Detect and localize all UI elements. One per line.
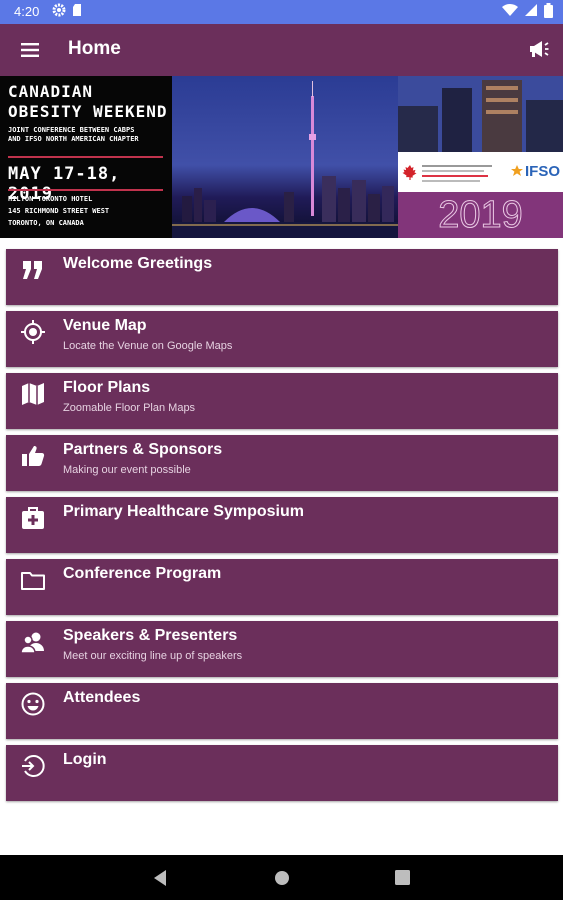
toronto-skyline-image [172,76,398,238]
menu-item-floor-plans[interactable]: Floor Plans Zoomable Floor Plan Maps [6,373,558,429]
menu-item-login[interactable]: Login [6,745,558,801]
map-icon [22,383,44,405]
maple-leaf-icon [402,165,417,180]
thumbs-up-icon [22,446,45,466]
page-title: Home [68,38,121,59]
recents-icon[interactable] [395,870,410,885]
menu-item-title: Attendees [63,689,141,706]
hotel-photo-image [398,76,563,152]
menu-item-subtitle: Locate the Venue on Google Maps [63,340,233,352]
quote-icon [23,261,42,279]
banner-divider [8,156,163,158]
menu-item-title: Floor Plans [63,379,151,396]
status-time: 4:20 [14,4,40,19]
menu-item-primary-healthcare-symposium[interactable]: Primary Healthcare Symposium [6,497,558,553]
system-nav-bar [0,855,563,900]
back-icon[interactable] [152,869,168,887]
sponsor-logos: IFSO [398,152,563,192]
battery-icon [544,3,553,18]
folder-icon [21,572,45,590]
banner-subtitle: JOINT CONFERENCE BETWEEN CABPS AND IFSO … [8,126,139,143]
menu-item-subtitle: Meet our exciting line up of speakers [63,650,243,662]
main-menu: Welcome Greetings Venue Map Locate the V… [6,249,558,807]
ifso-logo: IFSO [525,163,561,180]
menu-item-title: Welcome Greetings [63,255,213,272]
menu-item-subtitle: Zoomable Floor Plan Maps [63,402,196,414]
smiley-icon [21,692,45,716]
event-banner: CANADIAN OBESITY WEEKEND JOINT CONFERENC… [0,76,563,238]
banner-year: 2019 [398,192,563,238]
menu-item-title: Venue Map [63,317,147,334]
menu-item-attendees[interactable]: Attendees [6,683,558,739]
ifso-logo-icon [511,165,523,176]
menu-item-welcome-greetings[interactable]: Welcome Greetings [6,249,558,305]
wifi-icon [502,3,518,16]
banner-divider [8,189,163,191]
people-icon [20,632,44,654]
settings-icon [52,3,66,17]
banner-text-panel: CANADIAN OBESITY WEEKEND JOINT CONFERENC… [0,76,172,238]
menu-item-title: Partners & Sponsors [63,441,223,458]
location-target-icon [21,320,45,344]
cabps-logo-text [422,162,496,184]
app-bar: Home [0,24,563,76]
medical-kit-icon [22,507,44,529]
menu-item-title: Speakers & Presenters [63,627,238,644]
menu-item-venue-map[interactable]: Venue Map Locate the Venue on Google Map… [6,311,558,367]
menu-item-speakers-presenters[interactable]: Speakers & Presenters Meet our exciting … [6,621,558,677]
status-bar: 4:20 [0,0,563,24]
hamburger-menu-icon[interactable] [20,40,40,60]
banner-title: CANADIAN OBESITY WEEKEND [8,82,168,121]
menu-item-title: Primary Healthcare Symposium [63,503,304,520]
menu-item-title: Conference Program [63,565,222,582]
menu-item-partners-sponsors[interactable]: Partners & Sponsors Making our event pos… [6,435,558,491]
signal-icon [525,4,537,16]
login-icon [22,755,45,777]
menu-item-subtitle: Making our event possible [63,464,191,476]
home-icon[interactable] [274,870,290,886]
sim-card-icon [73,4,81,16]
banner-right-panel: IFSO 2019 [398,76,563,238]
menu-item-title: Login [63,751,107,768]
menu-item-conference-program[interactable]: Conference Program [6,559,558,615]
megaphone-icon[interactable] [527,37,551,61]
banner-venue: HILTON TORONTO HOTEL 145 RICHMOND STREET… [8,195,110,227]
